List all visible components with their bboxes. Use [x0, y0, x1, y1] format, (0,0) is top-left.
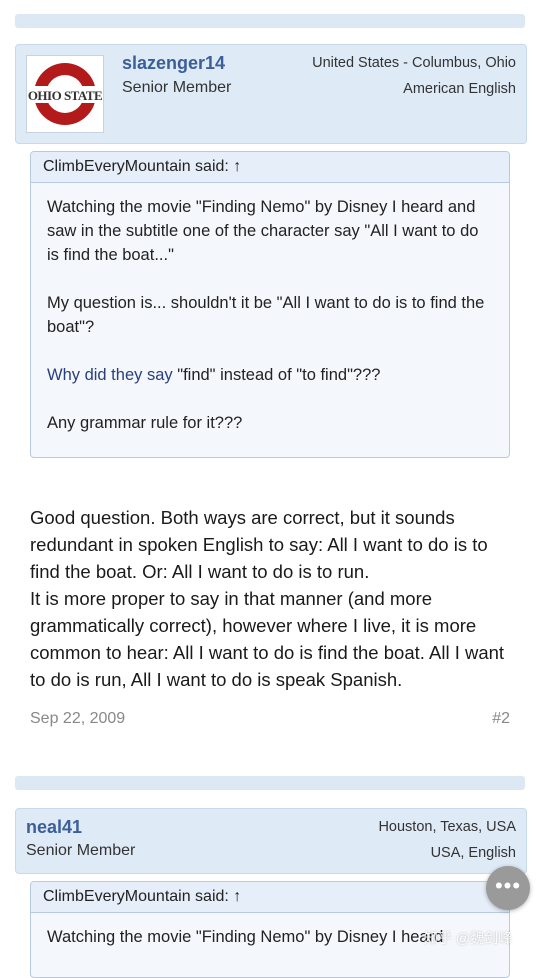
message-paragraph: Good question. Both ways are correct, bu…	[30, 507, 488, 582]
user-role: Senior Member	[122, 79, 232, 96]
user-location: Houston, Texas, USA	[378, 819, 516, 835]
quote-paragraph: My question is... shouldn't it be "All I…	[47, 294, 485, 336]
post-number[interactable]: #2	[492, 710, 510, 728]
quote-block: ClimbEveryMountain said: ↑ Watching the …	[30, 151, 510, 458]
watermark: 知乎 @魏剑峰	[424, 930, 513, 946]
post-date[interactable]: Sep 22, 2009	[30, 710, 125, 728]
message-paragraph: It is more proper to say in that manner …	[30, 588, 505, 690]
more-options-button[interactable]: •••	[486, 866, 530, 910]
user-role: Senior Member	[26, 842, 136, 859]
top-separator	[15, 14, 525, 28]
svg-text:OHIO STATE: OHIO STATE	[28, 88, 102, 103]
user-location: United States - Columbus, Ohio	[312, 55, 516, 71]
quote-paragraph: Watching the movie "Finding Nemo" by Dis…	[47, 198, 479, 264]
quote-paragraph: Any grammar rule for it???	[47, 414, 243, 432]
post-separator	[15, 776, 525, 790]
ohio-state-logo: OHIO STATE	[28, 63, 103, 125]
user-language: American English	[403, 81, 516, 97]
username-link[interactable]: slazenger14	[122, 53, 225, 74]
quote-text: "find" instead of "to find"???	[172, 366, 381, 384]
post-2-header: neal41 Senior Member Houston, Texas, USA…	[15, 808, 527, 874]
quote-header[interactable]: ClimbEveryMountain said: ↑	[31, 152, 509, 183]
quote-body: Watching the movie "Finding Nemo" by Dis…	[31, 183, 509, 435]
quote-paragraph: Why did they say "find" instead of "to f…	[47, 363, 493, 387]
quote-header[interactable]: ClimbEveryMountain said: ↑	[31, 882, 509, 913]
quote-link[interactable]: Why did they say	[47, 366, 173, 384]
post-1-header: OHIO STATE slazenger14 Senior Member Uni…	[15, 44, 527, 144]
user-language: USA, English	[430, 845, 516, 861]
username-link[interactable]: neal41	[26, 817, 82, 838]
post-message: Good question. Both ways are correct, bu…	[30, 504, 512, 693]
avatar[interactable]: OHIO STATE	[26, 55, 104, 133]
